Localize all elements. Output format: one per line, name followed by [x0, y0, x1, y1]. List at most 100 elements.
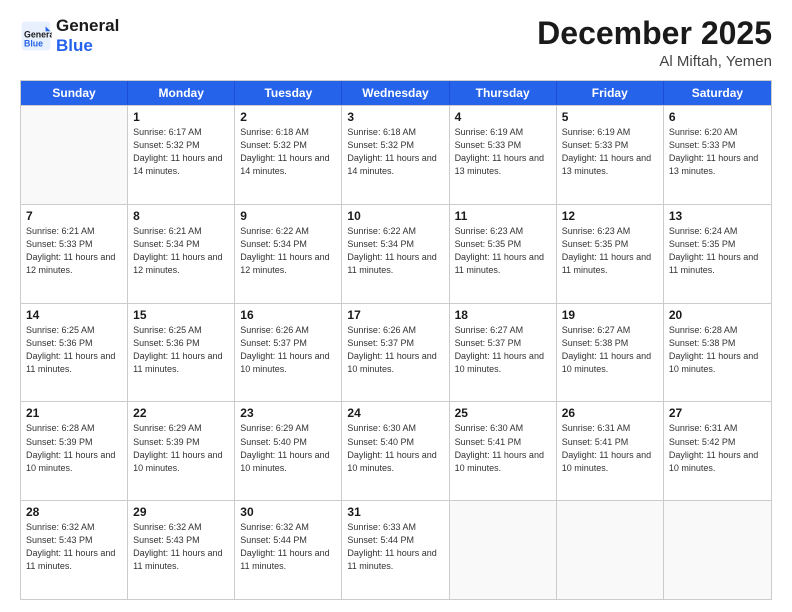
day-number: 2: [240, 110, 336, 124]
table-row: 20 Sunrise: 6:28 AMSunset: 5:38 PMDayligh…: [664, 304, 771, 402]
table-row: 1 Sunrise: 6:17 AMSunset: 5:32 PMDaylight…: [128, 106, 235, 204]
day-number: 4: [455, 110, 551, 124]
cell-info: Sunrise: 6:33 AMSunset: 5:44 PMDaylight:…: [347, 521, 443, 573]
day-number: 1: [133, 110, 229, 124]
day-number: 18: [455, 308, 551, 322]
day-number: 8: [133, 209, 229, 223]
calendar-row: 21 Sunrise: 6:28 AMSunset: 5:39 PMDayligh…: [21, 401, 771, 500]
logo-blue: Blue: [56, 36, 119, 56]
day-number: 13: [669, 209, 766, 223]
day-number: 5: [562, 110, 658, 124]
cell-info: Sunrise: 6:22 AMSunset: 5:34 PMDaylight:…: [347, 225, 443, 277]
logo: General Blue General Blue: [20, 16, 119, 55]
day-header-wednesday: Wednesday: [342, 81, 449, 105]
table-row: 19Sunrise: 6:27 AMSunset: 5:38 PMDayligh…: [557, 304, 664, 402]
day-header-monday: Monday: [128, 81, 235, 105]
cell-info: Sunrise: 6:22 AMSunset: 5:34 PMDaylight:…: [240, 225, 336, 277]
day-number: 12: [562, 209, 658, 223]
table-row: 6Sunrise: 6:20 AMSunset: 5:33 PMDaylight…: [664, 106, 771, 204]
table-row: [450, 501, 557, 599]
cell-info: Sunrise: 6:17 AMSunset: 5:32 PMDaylight:…: [133, 126, 229, 178]
table-row: 10Sunrise: 6:22 AMSunset: 5:34 PMDayligh…: [342, 205, 449, 303]
day-number: 11: [455, 209, 551, 223]
day-number: 27: [669, 406, 766, 420]
cell-info: Sunrise: 6:32 AMSunset: 5:43 PMDaylight:…: [133, 521, 229, 573]
cell-info: Sunrise: 6:26 AMSunset: 5:37 PMDaylight:…: [347, 324, 443, 376]
cell-info: Sunrise: 6:25 AMSunset: 5:36 PMDaylight:…: [26, 324, 122, 376]
day-number: 7: [26, 209, 122, 223]
table-row: 27 Sunrise: 6:31 AMSunset: 5:42 PMDayligh…: [664, 402, 771, 500]
day-number: 28: [26, 505, 122, 519]
day-number: 23: [240, 406, 336, 420]
calendar-body: 1 Sunrise: 6:17 AMSunset: 5:32 PMDaylight…: [21, 105, 771, 599]
day-number: 17: [347, 308, 443, 322]
table-row: 28 Sunrise: 6:32 AMSunset: 5:43 PMDayligh…: [21, 501, 128, 599]
day-number: 14: [26, 308, 122, 322]
cell-info: Sunrise: 6:21 AMSunset: 5:33 PMDaylight:…: [26, 225, 122, 277]
svg-text:Blue: Blue: [24, 38, 43, 48]
cell-info: Sunrise: 6:29 AMSunset: 5:40 PMDaylight:…: [240, 422, 336, 474]
day-number: 24: [347, 406, 443, 420]
day-header-saturday: Saturday: [664, 81, 771, 105]
cell-info: Sunrise: 6:23 AMSunset: 5:35 PMDaylight:…: [455, 225, 551, 277]
day-number: 22: [133, 406, 229, 420]
calendar-header: SundayMondayTuesdayWednesdayThursdayFrid…: [21, 81, 771, 105]
table-row: 24 Sunrise: 6:30 AMSunset: 5:40 PMDayligh…: [342, 402, 449, 500]
cell-info: Sunrise: 6:24 AMSunset: 5:35 PMDaylight:…: [669, 225, 766, 277]
logo-general: General: [56, 16, 119, 36]
day-number: 31: [347, 505, 443, 519]
table-row: 8 Sunrise: 6:21 AMSunset: 5:34 PMDaylight…: [128, 205, 235, 303]
table-row: 9 Sunrise: 6:22 AMSunset: 5:34 PMDaylight…: [235, 205, 342, 303]
cell-info: Sunrise: 6:26 AMSunset: 5:37 PMDaylight:…: [240, 324, 336, 376]
day-number: 19: [562, 308, 658, 322]
cell-info: Sunrise: 6:21 AMSunset: 5:34 PMDaylight:…: [133, 225, 229, 277]
header: General Blue General Blue December 2025 …: [20, 16, 772, 70]
cell-info: Sunrise: 6:29 AMSunset: 5:39 PMDaylight:…: [133, 422, 229, 474]
calendar: SundayMondayTuesdayWednesdayThursdayFrid…: [20, 80, 772, 600]
day-number: 29: [133, 505, 229, 519]
cell-info: Sunrise: 6:31 AMSunset: 5:41 PMDaylight:…: [562, 422, 658, 474]
table-row: 26 Sunrise: 6:31 AMSunset: 5:41 PMDayligh…: [557, 402, 664, 500]
cell-info: Sunrise: 6:28 AMSunset: 5:39 PMDaylight:…: [26, 422, 122, 474]
day-number: 21: [26, 406, 122, 420]
table-row: 17 Sunrise: 6:26 AMSunset: 5:37 PMDayligh…: [342, 304, 449, 402]
day-header-tuesday: Tuesday: [235, 81, 342, 105]
cell-info: Sunrise: 6:31 AMSunset: 5:42 PMDaylight:…: [669, 422, 766, 474]
cell-info: Sunrise: 6:32 AMSunset: 5:43 PMDaylight:…: [26, 521, 122, 573]
table-row: [557, 501, 664, 599]
table-row: 22 Sunrise: 6:29 AMSunset: 5:39 PMDayligh…: [128, 402, 235, 500]
page: General Blue General Blue December 2025 …: [0, 0, 792, 612]
cell-info: Sunrise: 6:30 AMSunset: 5:40 PMDaylight:…: [347, 422, 443, 474]
logo-icon: General Blue: [20, 20, 52, 52]
day-header-thursday: Thursday: [450, 81, 557, 105]
table-row: 4Sunrise: 6:19 AMSunset: 5:33 PMDaylight…: [450, 106, 557, 204]
cell-info: Sunrise: 6:32 AMSunset: 5:44 PMDaylight:…: [240, 521, 336, 573]
day-header-friday: Friday: [557, 81, 664, 105]
calendar-row: 14 Sunrise: 6:25 AMSunset: 5:36 PMDayligh…: [21, 303, 771, 402]
table-row: 3 Sunrise: 6:18 AMSunset: 5:32 PMDaylight…: [342, 106, 449, 204]
table-row: [664, 501, 771, 599]
cell-info: Sunrise: 6:27 AMSunset: 5:37 PMDaylight:…: [455, 324, 551, 376]
day-number: 26: [562, 406, 658, 420]
table-row: 16Sunrise: 6:26 AMSunset: 5:37 PMDayligh…: [235, 304, 342, 402]
month-title: December 2025: [537, 16, 772, 51]
table-row: 21 Sunrise: 6:28 AMSunset: 5:39 PMDayligh…: [21, 402, 128, 500]
table-row: 7 Sunrise: 6:21 AMSunset: 5:33 PMDaylight…: [21, 205, 128, 303]
title-block: December 2025 Al Miftah, Yemen: [537, 16, 772, 70]
day-number: 20: [669, 308, 766, 322]
cell-info: Sunrise: 6:30 AMSunset: 5:41 PMDaylight:…: [455, 422, 551, 474]
cell-info: Sunrise: 6:18 AMSunset: 5:32 PMDaylight:…: [347, 126, 443, 178]
table-row: 18 Sunrise: 6:27 AMSunset: 5:37 PMDayligh…: [450, 304, 557, 402]
day-number: 6: [669, 110, 766, 124]
table-row: 5Sunrise: 6:19 AMSunset: 5:33 PMDaylight…: [557, 106, 664, 204]
table-row: 11 Sunrise: 6:23 AMSunset: 5:35 PMDayligh…: [450, 205, 557, 303]
table-row: 13 Sunrise: 6:24 AMSunset: 5:35 PMDayligh…: [664, 205, 771, 303]
cell-info: Sunrise: 6:28 AMSunset: 5:38 PMDaylight:…: [669, 324, 766, 376]
table-row: 30Sunrise: 6:32 AMSunset: 5:44 PMDayligh…: [235, 501, 342, 599]
day-number: 9: [240, 209, 336, 223]
table-row: 15Sunrise: 6:25 AMSunset: 5:36 PMDayligh…: [128, 304, 235, 402]
day-number: 3: [347, 110, 443, 124]
location: Al Miftah, Yemen: [537, 53, 772, 70]
table-row: 29 Sunrise: 6:32 AMSunset: 5:43 PMDayligh…: [128, 501, 235, 599]
table-row: 23 Sunrise: 6:29 AMSunset: 5:40 PMDayligh…: [235, 402, 342, 500]
